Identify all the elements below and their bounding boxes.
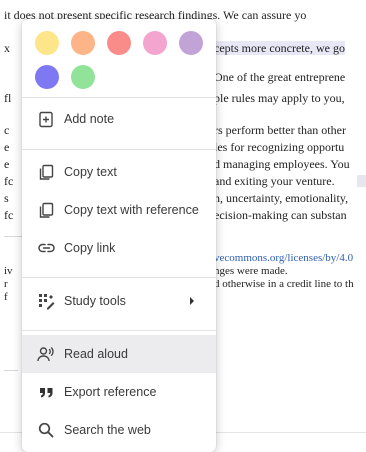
- menu-divider: [22, 330, 216, 331]
- doc-divider: [4, 370, 18, 371]
- copy-text-with-reference-item[interactable]: Copy text with reference: [22, 191, 216, 229]
- copy-text-with-reference-label: Copy text with reference: [64, 203, 199, 217]
- search-the-web-label: Search the web: [64, 423, 151, 437]
- doc-line: d managing employees. You: [214, 157, 350, 171]
- export-reference-item[interactable]: Export reference: [22, 373, 216, 411]
- copy-icon: [37, 201, 55, 219]
- doc-line: fl: [4, 91, 12, 105]
- doc-line: rs perform better than other: [214, 123, 346, 137]
- doc-line: iv: [4, 265, 13, 277]
- quote-icon: [37, 383, 55, 401]
- doc-line: One of the great entreprene: [214, 70, 346, 84]
- read-aloud-icon: [37, 345, 55, 363]
- doc-line: f: [4, 291, 8, 303]
- doc-line: e: [4, 140, 10, 154]
- doc-line: and exiting your venture.: [214, 174, 335, 188]
- export-reference-label: Export reference: [64, 385, 157, 399]
- doc-line: e: [4, 157, 10, 171]
- doc-line: fc: [4, 208, 14, 222]
- doc-line: x: [4, 41, 10, 55]
- read-aloud-label: Read aloud: [64, 347, 128, 361]
- read-aloud-item[interactable]: Read aloud: [22, 335, 216, 373]
- doc-line: ple rules may apply to you,: [214, 91, 345, 105]
- copy-text-item[interactable]: Copy text: [22, 153, 216, 191]
- search-the-web-item[interactable]: Search the web: [22, 411, 216, 449]
- color-swatch-purple[interactable]: [179, 31, 203, 55]
- doc-line: les for recognizing opportu: [214, 140, 345, 154]
- chevron-right-icon: [188, 296, 196, 306]
- menu-divider: [22, 149, 216, 150]
- study-tools-label: Study tools: [64, 294, 126, 308]
- copy-text-label: Copy text: [64, 165, 117, 179]
- text-selection-block: [357, 175, 366, 187]
- color-swatch-yellow[interactable]: [35, 31, 59, 55]
- note-plus-icon: [37, 110, 55, 128]
- study-tools-item[interactable]: Study tools: [22, 282, 216, 320]
- add-note-label: Add note: [64, 112, 115, 126]
- doc-line: n, uncertainty, emotionality,: [214, 191, 349, 205]
- doc-divider: [4, 236, 22, 237]
- color-swatch-orange[interactable]: [71, 31, 95, 55]
- color-swatch-red[interactable]: [107, 31, 131, 55]
- doc-line: ecision-making can substan: [214, 208, 347, 222]
- copy-icon: [37, 163, 55, 181]
- color-swatch-green[interactable]: [71, 65, 95, 89]
- highlight-context-menu: Add note Copy text Copy text with refere…: [22, 19, 216, 452]
- doc-line: nges were made.: [214, 265, 288, 277]
- study-tools-icon: [37, 292, 55, 310]
- link-icon: [37, 239, 55, 257]
- doc-line: c: [4, 123, 10, 137]
- menu-divider: [22, 277, 216, 278]
- doc-line-highlighted: cepts more concrete, we go: [214, 41, 345, 55]
- doc-line: fc: [4, 174, 14, 188]
- copy-link-item[interactable]: Copy link: [22, 229, 216, 267]
- doc-line: d otherwise in a credit line to th: [214, 278, 354, 290]
- license-link[interactable]: vecommons.org/licenses/by/4.0: [214, 251, 353, 265]
- color-swatch-blue[interactable]: [35, 65, 59, 89]
- add-note-item[interactable]: Add note: [22, 100, 216, 138]
- doc-line: s: [4, 191, 9, 205]
- doc-line: r: [4, 278, 8, 290]
- menu-divider: [22, 97, 216, 98]
- copy-link-label: Copy link: [64, 241, 116, 255]
- search-icon: [37, 421, 55, 439]
- color-swatch-pink[interactable]: [143, 31, 167, 55]
